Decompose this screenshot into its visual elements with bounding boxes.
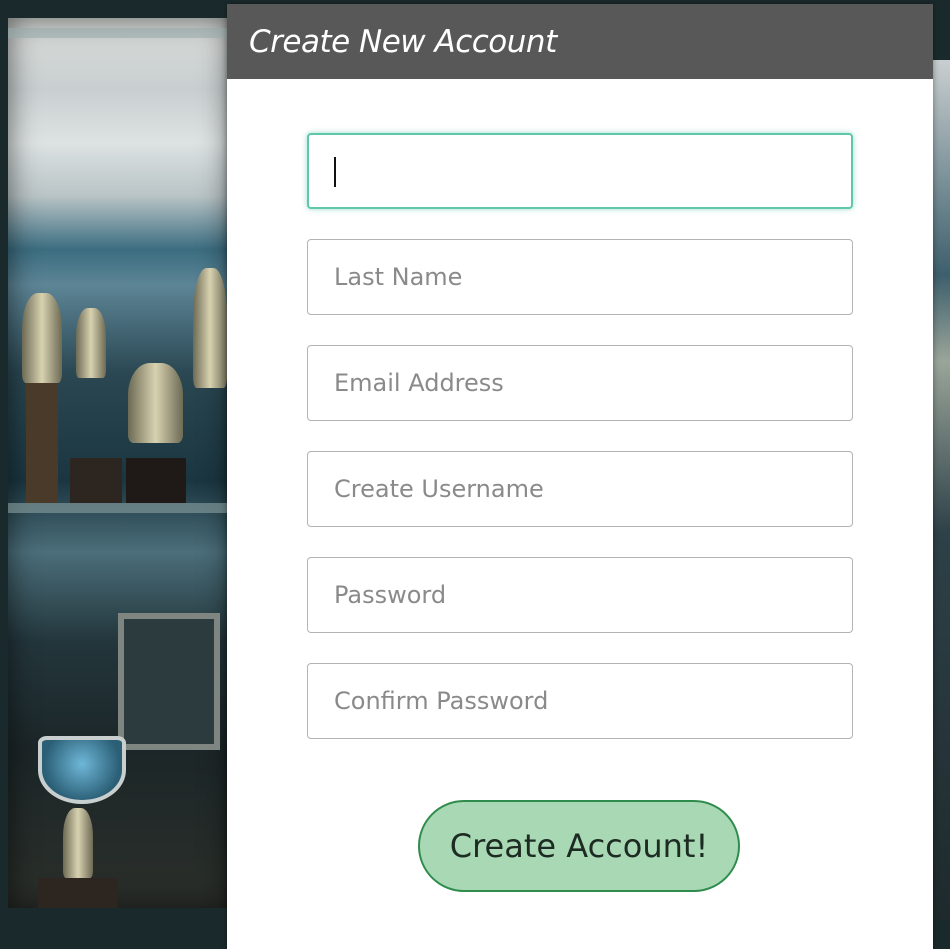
page-title: Create New Account [249, 23, 557, 60]
trophy-case-image-right [932, 60, 950, 920]
card-header: Create New Account [227, 4, 933, 79]
submit-area: Create Account! [418, 800, 740, 892]
create-account-card: Create New Account Create Account! [227, 4, 933, 949]
last-name-field[interactable] [307, 239, 853, 315]
username-field[interactable] [307, 451, 853, 527]
password-field[interactable] [307, 557, 853, 633]
email-field[interactable] [307, 345, 853, 421]
confirm-password-field[interactable] [307, 663, 853, 739]
trophy-case-image [8, 18, 230, 908]
first-name-field[interactable] [307, 133, 853, 209]
account-form [307, 133, 853, 769]
create-account-button[interactable]: Create Account! [418, 800, 740, 892]
text-cursor [334, 157, 336, 187]
